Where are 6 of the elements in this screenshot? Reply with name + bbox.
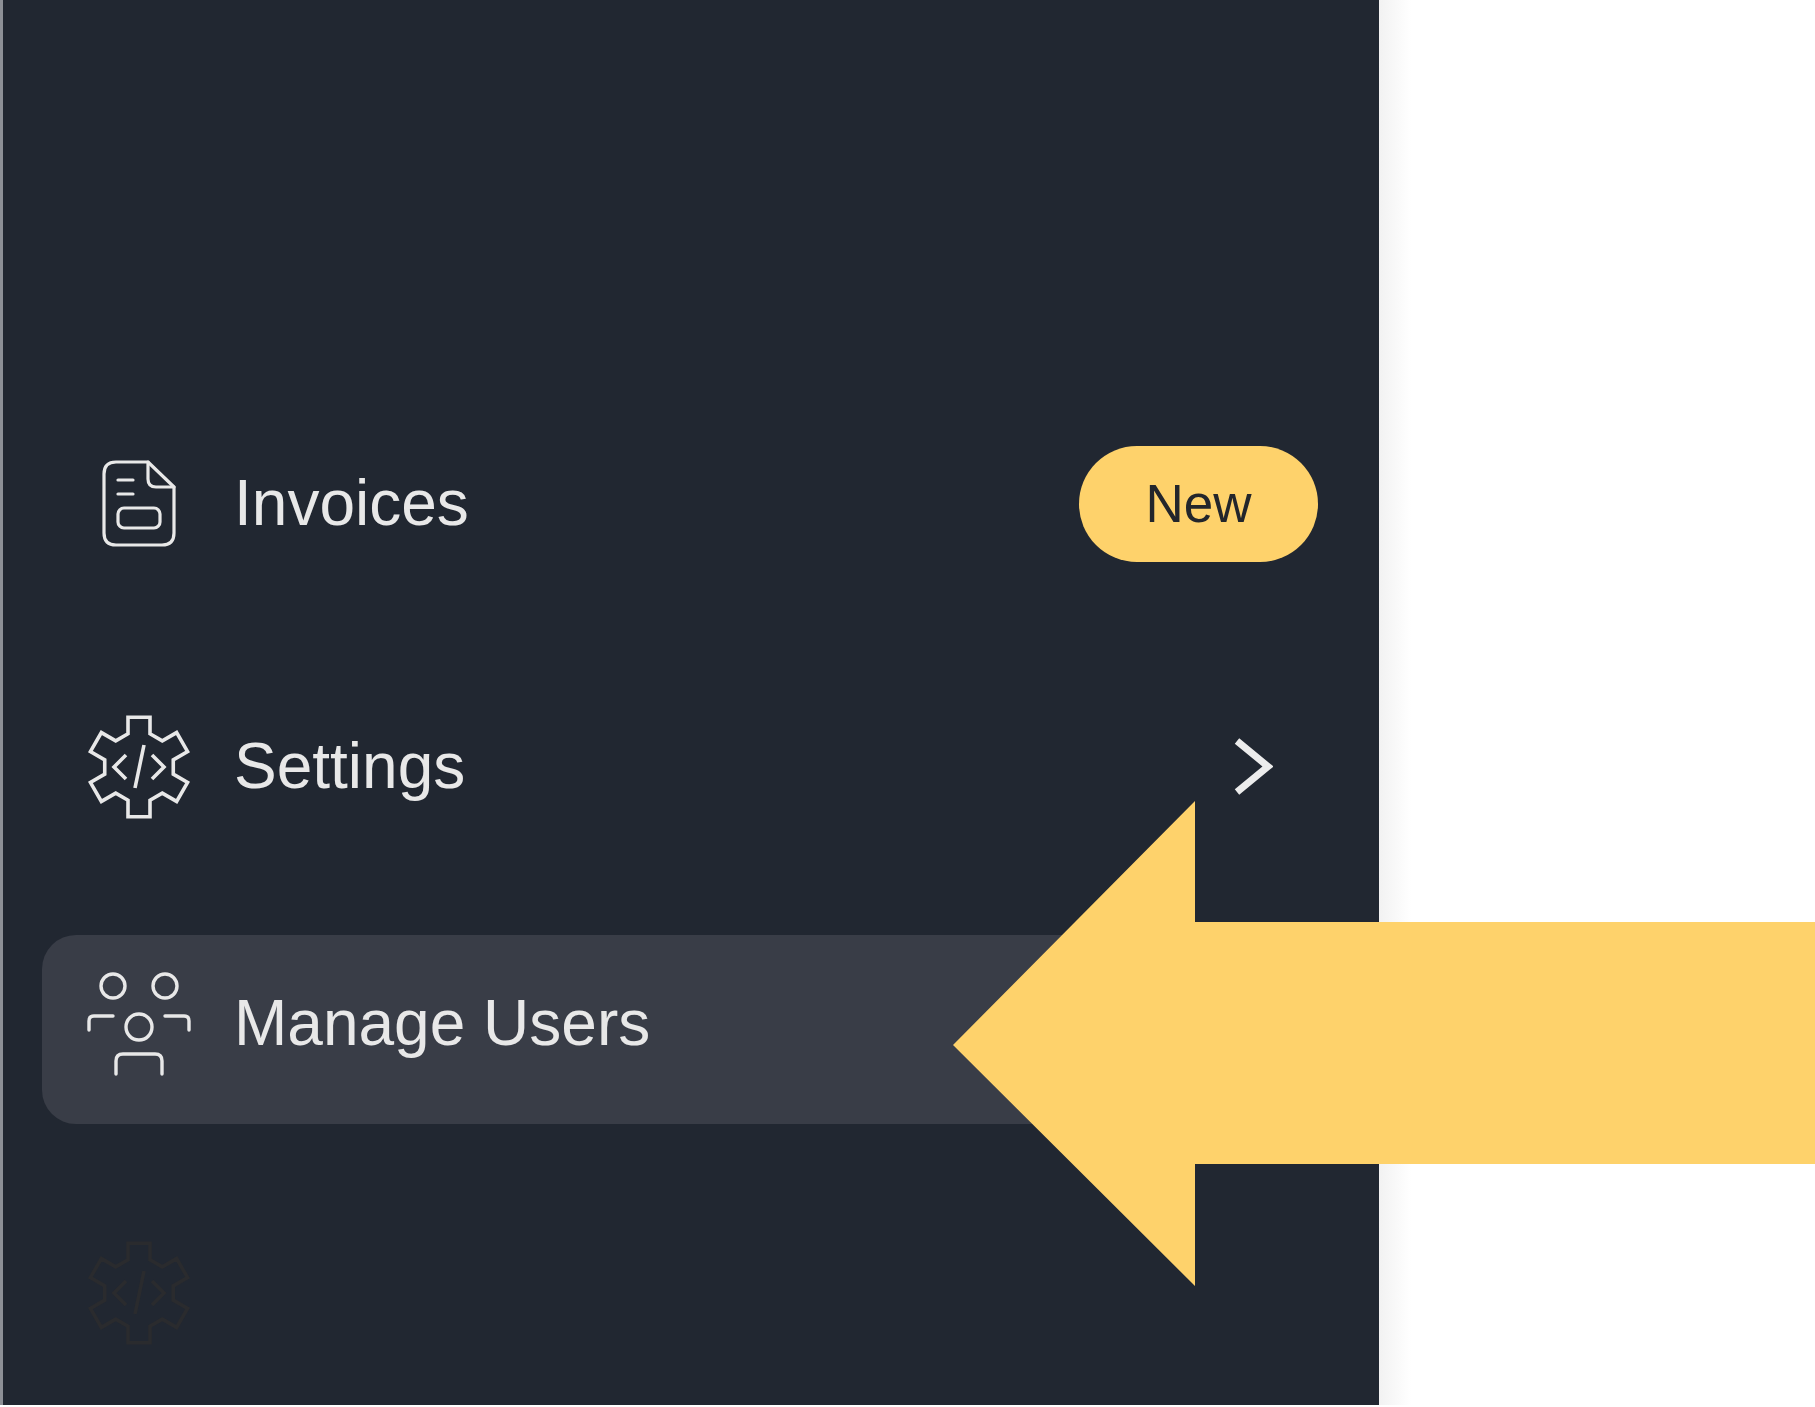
document-icon bbox=[102, 460, 176, 547]
sidebar-badge: New bbox=[1079, 445, 1318, 562]
code-gear-icon bbox=[88, 713, 190, 820]
users-icon bbox=[87, 971, 191, 1076]
sidebar-item[interactable]: Invoices New bbox=[42, 409, 1337, 598]
sidebar-item[interactable]: Settings bbox=[42, 672, 1337, 861]
